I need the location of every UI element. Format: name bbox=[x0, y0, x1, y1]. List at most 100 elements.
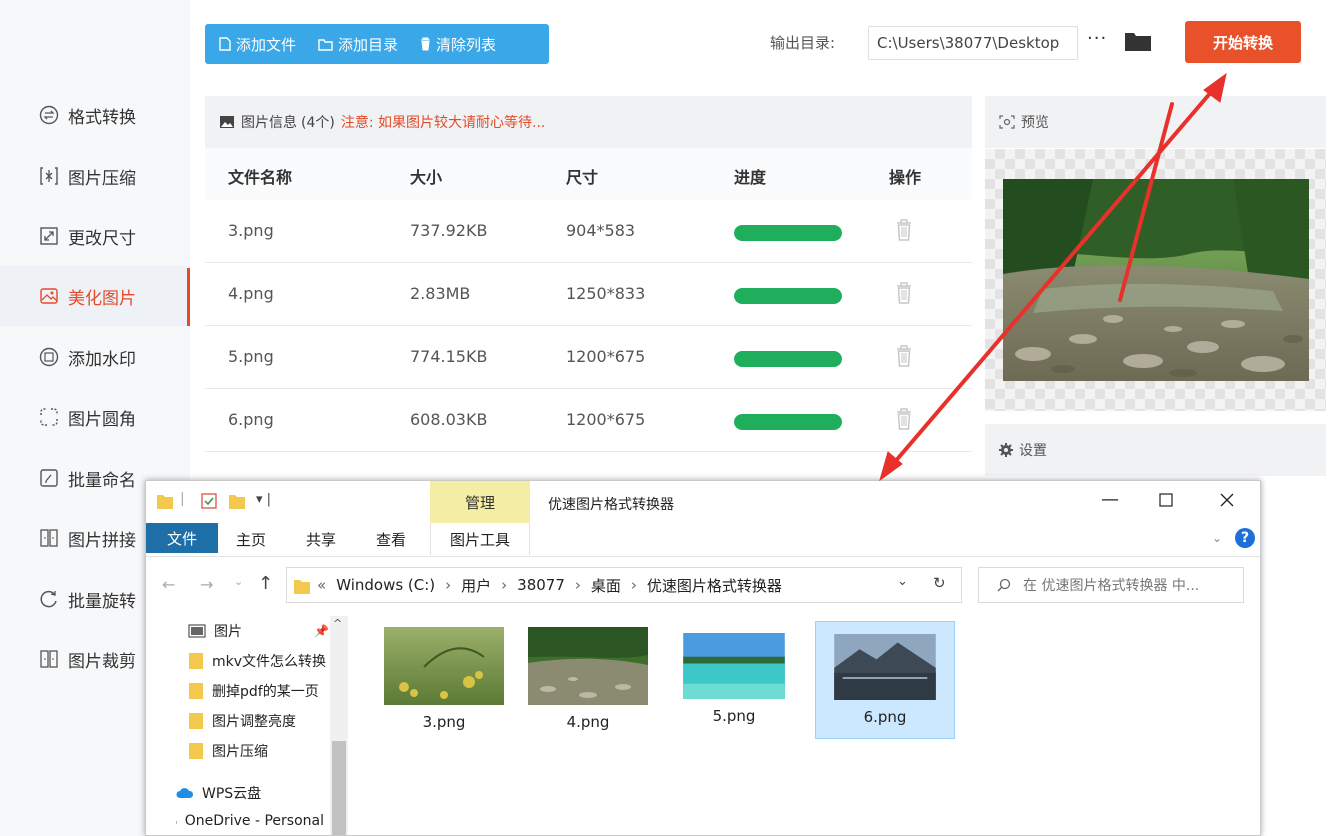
address-bar[interactable]: « Windows (C:) › 用户 › 38077 › 桌面 › 优速图片格… bbox=[286, 567, 962, 603]
breadcrumb-sep[interactable]: › bbox=[445, 576, 451, 594]
breadcrumb-desktop[interactable]: 桌面 bbox=[591, 575, 621, 596]
nav-item-folder[interactable]: 图片调整亮度 bbox=[188, 707, 336, 735]
tab-picture-tools[interactable]: 图片工具 bbox=[430, 523, 530, 555]
help-icon[interactable]: ? bbox=[1235, 528, 1255, 548]
back-arrow-icon[interactable]: ← bbox=[162, 575, 175, 594]
tab-view[interactable]: 查看 bbox=[376, 523, 406, 555]
tab-file[interactable]: 文件 bbox=[146, 523, 218, 553]
preview-icon bbox=[999, 115, 1015, 129]
new-folder-icon[interactable] bbox=[228, 492, 246, 510]
address-dropdown-icon[interactable]: ⌄ bbox=[897, 574, 908, 589]
breadcrumb-drive[interactable]: Windows (C:) bbox=[336, 576, 435, 594]
quick-access-dropdown[interactable]: ▾ | bbox=[256, 492, 271, 507]
maximize-icon[interactable] bbox=[1159, 491, 1173, 512]
forward-arrow-icon[interactable]: → bbox=[200, 575, 213, 594]
row-size: 774.15KB bbox=[410, 347, 488, 366]
properties-icon[interactable] bbox=[200, 492, 218, 510]
recent-dropdown-icon[interactable]: ⌄ bbox=[234, 575, 243, 588]
sidebar-item-label: 图片裁剪 bbox=[68, 651, 136, 672]
start-convert-button[interactable]: 开始转换 bbox=[1185, 21, 1301, 63]
file-toolbar: 添加文件 添加目录 清除列表 bbox=[205, 24, 549, 64]
breadcrumb-sep[interactable]: › bbox=[631, 576, 637, 594]
nav-label: 图片压缩 bbox=[212, 744, 268, 760]
minimize-icon[interactable]: — bbox=[1101, 489, 1119, 510]
col-filename: 文件名称 bbox=[228, 168, 293, 187]
file-item[interactable]: 4.png bbox=[518, 621, 658, 739]
progress-bar bbox=[734, 288, 842, 304]
file-name: 3.png bbox=[422, 713, 466, 731]
tab-home[interactable]: 主页 bbox=[236, 523, 266, 555]
table-row[interactable]: 3.png 737.92KB 904*583 bbox=[205, 200, 972, 263]
nav-item-wps-cloud[interactable]: WPS云盘 bbox=[176, 779, 324, 807]
explorer-ribbon: 文件 主页 共享 查看 图片工具 ⌄ ? bbox=[146, 523, 1260, 557]
file-item[interactable]: 5.png bbox=[664, 621, 804, 739]
nav-item-folder[interactable]: 删掉pdf的某一页 bbox=[188, 677, 336, 705]
progress-fill bbox=[734, 288, 842, 304]
delete-icon[interactable] bbox=[895, 344, 913, 372]
table-row[interactable]: 4.png 2.83MB 1250*833 bbox=[205, 263, 972, 326]
manage-tab[interactable]: 管理 bbox=[430, 481, 530, 523]
breadcrumb-sep[interactable]: › bbox=[501, 576, 507, 594]
preview-image bbox=[1003, 179, 1309, 381]
file-item[interactable]: 3.png bbox=[374, 621, 514, 739]
folder-icon bbox=[189, 743, 203, 759]
open-folder-icon[interactable] bbox=[1124, 30, 1152, 52]
nav-label: 图片调整亮度 bbox=[212, 714, 296, 730]
pin-icon[interactable]: 📌 bbox=[314, 624, 329, 638]
col-size: 大小 bbox=[410, 168, 443, 187]
window-title: 优速图片格式转换器 bbox=[548, 497, 674, 513]
nav-item-folder[interactable]: 图片压缩 bbox=[188, 737, 336, 765]
tab-share[interactable]: 共享 bbox=[306, 523, 336, 555]
add-folder-button[interactable]: 添加目录 bbox=[318, 34, 398, 55]
folder-icon bbox=[294, 580, 310, 594]
nav-item-onedrive[interactable]: OneDrive - Personal bbox=[176, 807, 324, 835]
preview-header: 预览 bbox=[985, 96, 1326, 148]
settings-header[interactable]: 设置 bbox=[985, 424, 1326, 476]
nav-item-folder[interactable]: mkv文件怎么转换 bbox=[188, 647, 336, 675]
sidebar-item-watermark[interactable]: 添加水印 bbox=[0, 327, 190, 387]
sidebar-item-label: 图片压缩 bbox=[68, 168, 136, 189]
row-dims: 904*583 bbox=[566, 221, 636, 240]
sidebar-item-label: 图片圆角 bbox=[68, 409, 136, 430]
sidebar-item-label: 批量旋转 bbox=[68, 591, 136, 612]
clear-list-button[interactable]: 清除列表 bbox=[420, 34, 496, 55]
image-count: (4个) bbox=[301, 115, 335, 131]
delete-icon[interactable] bbox=[895, 407, 913, 435]
scroll-up-icon[interactable]: ^ bbox=[333, 617, 342, 630]
search-input[interactable]: 在 优速图片格式转换器 中... bbox=[978, 567, 1244, 603]
sidebar-item-label: 图片拼接 bbox=[68, 530, 136, 551]
progress-fill bbox=[734, 225, 842, 241]
delete-icon[interactable] bbox=[895, 218, 913, 246]
add-file-button[interactable]: 添加文件 bbox=[219, 34, 296, 55]
chevron-down-icon[interactable]: ⌄ bbox=[1212, 531, 1222, 545]
table-row[interactable]: 5.png 774.15KB 1200*675 bbox=[205, 326, 972, 389]
table-row[interactable]: 6.png 608.03KB 1200*675 bbox=[205, 389, 972, 452]
breadcrumb-users[interactable]: 用户 bbox=[461, 575, 491, 596]
sidebar-item-beautify[interactable]: 美化图片 bbox=[0, 266, 190, 326]
refresh-icon[interactable]: ↻ bbox=[933, 574, 946, 592]
image-icon bbox=[220, 116, 234, 128]
breadcrumb-current[interactable]: 优速图片格式转换器 bbox=[647, 575, 782, 596]
format-convert-icon bbox=[38, 104, 60, 126]
row-size: 2.83MB bbox=[410, 284, 471, 303]
preview-title: 预览 bbox=[1021, 115, 1049, 131]
sidebar-item-format-convert[interactable]: 格式转换 bbox=[0, 85, 190, 145]
watermark-icon bbox=[38, 346, 60, 368]
output-dir-input[interactable]: C:\Users\38077\Desktop bbox=[868, 26, 1078, 60]
sidebar-item-resize[interactable]: 更改尺寸 bbox=[0, 206, 190, 266]
sidebar-item-label: 批量命名 bbox=[68, 470, 136, 491]
breadcrumb-overflow[interactable]: « bbox=[317, 576, 326, 594]
breadcrumb-sep[interactable]: › bbox=[575, 576, 581, 594]
delete-icon[interactable] bbox=[895, 281, 913, 309]
breadcrumb-user[interactable]: 38077 bbox=[517, 576, 565, 594]
close-icon[interactable] bbox=[1220, 491, 1234, 512]
up-arrow-icon[interactable]: ↑ bbox=[258, 573, 273, 594]
nav-scrollbar-thumb[interactable] bbox=[332, 741, 346, 835]
more-options-button[interactable]: ··· bbox=[1087, 28, 1107, 49]
sidebar-item-round-corner[interactable]: 图片圆角 bbox=[0, 387, 190, 447]
output-dir-label: 输出目录: bbox=[770, 34, 836, 52]
sidebar-item-compress[interactable]: 图片压缩 bbox=[0, 146, 190, 206]
file-explorer-window: | ▾ | 管理 优速图片格式转换器 — 文件 主页 共享 查看 图片工具 ⌄ … bbox=[145, 480, 1261, 836]
nav-item-pictures[interactable]: 图片 📌 bbox=[188, 617, 336, 645]
file-item[interactable]: 6.png bbox=[815, 621, 955, 739]
